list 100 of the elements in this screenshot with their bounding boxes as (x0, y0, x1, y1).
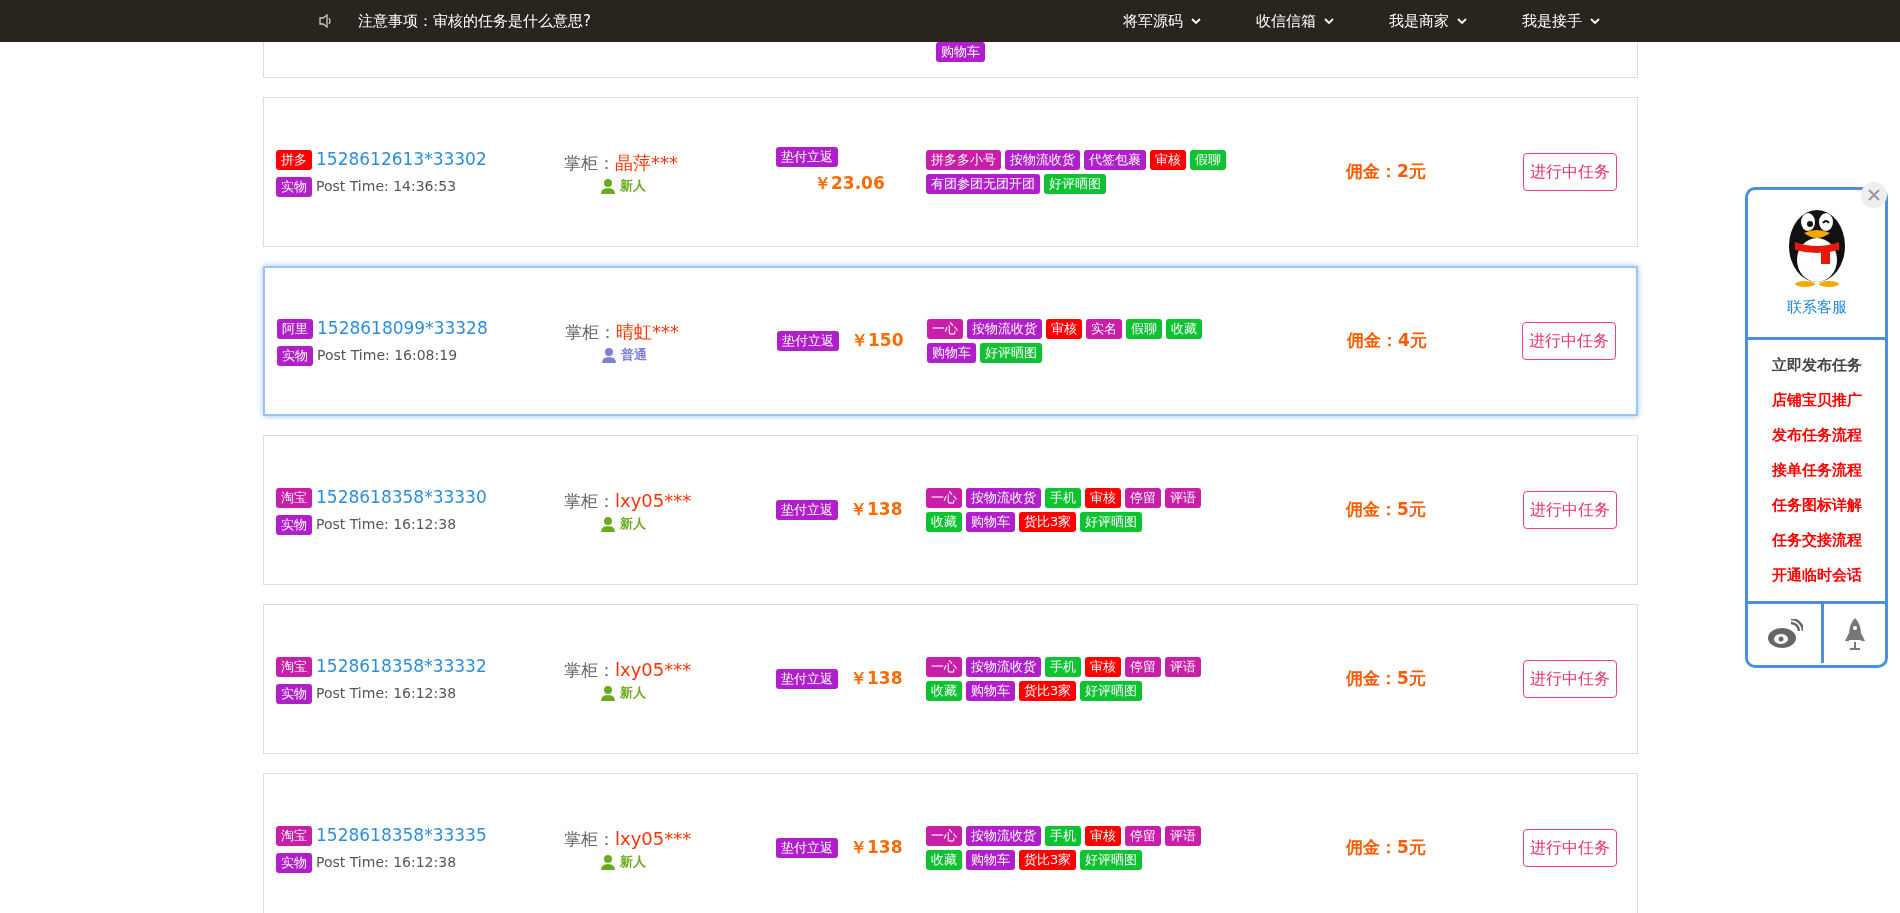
post-time: Post Time: 14:36:53 (316, 177, 457, 197)
menu-dropdown[interactable]: 我是商家 (1389, 9, 1467, 33)
task-row[interactable]: 淘宝 1528618358*33335 实物 Post Time: 16:12:38 掌柜：lxy05*** 新人 垫付立返 ￥138 一心 按物流收货 手机 审核 停留 评语 收藏 购物车 货比3家 好评晒图 佣金：5元 进行中任务 (263, 773, 1638, 913)
tag-label: 好评晒图 (980, 343, 1042, 363)
price: ￥138 (850, 498, 903, 522)
notice-text: 注意事项：审核的任务是什么意思? (358, 10, 591, 32)
task-id-link[interactable]: 1528618358*33330 (316, 484, 487, 511)
task-id-link[interactable]: 1528618358*33332 (316, 653, 487, 680)
refund-label: 垫付立返 (776, 500, 838, 520)
tag-label: 实物 (276, 514, 312, 535)
menu-dropdown[interactable]: 收信信箱 (1256, 9, 1334, 33)
seller-rank: 新人 (620, 515, 646, 533)
task-row[interactable]: 阿里 1528618099*33328 实物 Post Time: 16:08:19 掌柜：晴虹*** 普通 垫付立返 ￥150 一心 按物流收货 审核 实名 假聊 收藏 购物车 好评晒图 佣金：4元 进行中任务 (263, 266, 1638, 416)
task-row[interactable]: 淘宝 1528618358*33330 实物 Post Time: 16:12:38 掌柜：lxy05*** 新人 垫付立返 ￥138 一心 按物流收货 手机 审核 停留 评语 收藏 购物车 货比3家 好评晒图 佣金：5元 进行中任务 (263, 435, 1638, 585)
tag-label: 按物流收货 (966, 488, 1041, 508)
tag-label: 审核 (1150, 150, 1186, 170)
commission-text: 佣金：2元 (1346, 160, 1427, 184)
seller-name: lxy05*** (615, 826, 692, 851)
side-menu-link[interactable]: 任务图标详解 (1771, 488, 1862, 523)
commission-text: 佣金：5元 (1346, 667, 1427, 691)
tag-label: 货比3家 (1019, 512, 1077, 532)
task-status-button[interactable]: 进行中任务 (1523, 491, 1617, 529)
contact-service-link[interactable]: 联系客服 (1786, 296, 1847, 319)
tag-label: 评语 (1165, 488, 1201, 508)
tag-label: 停留 (1125, 488, 1161, 508)
side-menu-link[interactable]: 立即发布任务 (1771, 348, 1862, 383)
tag-label: 实物 (277, 345, 313, 366)
tag-label: 购物车 (966, 681, 1015, 701)
tag-label: 购物车 (936, 42, 985, 62)
tag-label: 手机 (1045, 488, 1081, 508)
tag-label: 实物 (276, 683, 312, 704)
seller-rank: 新人 (620, 853, 646, 871)
side-menu-link[interactable]: 店铺宝贝推广 (1771, 383, 1862, 418)
post-time: Post Time: 16:08:19 (317, 346, 458, 366)
tag-label: 货比3家 (1019, 850, 1077, 870)
tag-label: 淘宝 (276, 825, 312, 846)
tag-label: 手机 (1045, 826, 1081, 846)
task-status-button[interactable]: 进行中任务 (1522, 322, 1616, 360)
post-time: Post Time: 16:12:38 (316, 684, 457, 704)
side-menu-link[interactable]: 任务交接流程 (1771, 523, 1862, 558)
tag-label: 好评晒图 (1080, 850, 1143, 870)
task-status-button[interactable]: 进行中任务 (1523, 153, 1617, 191)
seller-name: 晶萍*** (615, 150, 678, 175)
menu-dropdown[interactable]: 我是接手 (1522, 9, 1600, 33)
task-row[interactable]: 淘宝 1528618358*33332 实物 Post Time: 16:12:38 掌柜：lxy05*** 新人 垫付立返 ￥138 一心 按物流收货 手机 审核 停留 评语 收藏 购物车 货比3家 好评晒图 佣金：5元 进行中任务 (263, 604, 1638, 754)
person-icon (600, 177, 616, 194)
seller-name: 晴虹*** (616, 319, 679, 344)
post-time: Post Time: 16:12:38 (316, 853, 457, 873)
tag-label: 收藏 (926, 850, 962, 870)
price: ￥150 (851, 329, 904, 353)
tag-label: 假聊 (1190, 150, 1226, 170)
weibo-icon[interactable] (1766, 618, 1803, 649)
tag-label: 按物流收货 (966, 826, 1041, 846)
tag-label: 好评晒图 (1080, 681, 1143, 701)
tag-label: 购物车 (927, 343, 976, 363)
side-menu-link[interactable]: 接单任务流程 (1771, 453, 1862, 488)
person-icon (601, 346, 617, 363)
rocket-icon[interactable] (1842, 616, 1867, 651)
task-row[interactable]: 拼多 1528612613*33302 实物 Post Time: 14:36:53 掌柜：晶萍*** 新人 垫付立返 ￥23.06 拼多多小号 按物流收货 代签包裹 审核 假聊 有团参团无团开团 好评晒图 佣金：2元 进行中任务 (263, 97, 1638, 247)
tag-label: 阿里 (277, 318, 313, 339)
menu-dropdown[interactable]: 将军源码 (1123, 9, 1201, 33)
tag-label: 淘宝 (276, 487, 312, 508)
person-icon (600, 684, 616, 701)
chevron-down-icon (1457, 17, 1467, 25)
chevron-down-icon (1191, 17, 1201, 25)
tag-label: 一心 (926, 488, 962, 508)
tag-label: 实物 (276, 852, 312, 873)
seller-rank: 新人 (620, 684, 646, 702)
person-icon (600, 853, 616, 870)
task-status-button[interactable]: 进行中任务 (1523, 829, 1617, 867)
side-menu-link[interactable]: 开通临时会话 (1771, 558, 1862, 593)
task-id-link[interactable]: 1528612613*33302 (316, 146, 487, 173)
seller-rank: 普通 (621, 346, 647, 364)
commission-text: 佣金：4元 (1347, 329, 1428, 353)
tag-label: 按物流收货 (967, 319, 1042, 339)
tag-label: 收藏 (926, 512, 962, 532)
task-id-link[interactable]: 1528618099*33328 (317, 315, 488, 342)
side-menu-link[interactable]: 发布任务流程 (1771, 418, 1862, 453)
task-id-link[interactable]: 1528618358*33335 (316, 822, 487, 849)
tag-label: 审核 (1085, 657, 1121, 677)
seller-name: lxy05*** (615, 488, 692, 513)
tag-label: 有团参团无团开团 (926, 174, 1040, 194)
tag-label: 一心 (927, 319, 963, 339)
refund-label: 垫付立返 (776, 838, 838, 858)
tag-label: 一心 (926, 657, 962, 677)
task-status-button[interactable]: 进行中任务 (1523, 660, 1617, 698)
refund-label: 垫付立返 (776, 669, 838, 689)
tag-label: 代签包裹 (1084, 150, 1146, 170)
chevron-down-icon (1324, 17, 1334, 25)
person-icon (600, 515, 616, 532)
tag-label: 好评晒图 (1044, 174, 1106, 194)
tag-label: 拼多多小号 (926, 150, 1001, 170)
close-button[interactable] (1861, 182, 1887, 208)
price: ￥138 (850, 667, 903, 691)
refund-label: 垫付立返 (776, 147, 838, 168)
tag-label: 停留 (1125, 657, 1161, 677)
tag-label: 收藏 (1166, 319, 1202, 339)
price: ￥23.06 (814, 172, 885, 196)
commission-text: 佣金：5元 (1346, 498, 1427, 522)
tag-label: 按物流收货 (1005, 150, 1080, 170)
